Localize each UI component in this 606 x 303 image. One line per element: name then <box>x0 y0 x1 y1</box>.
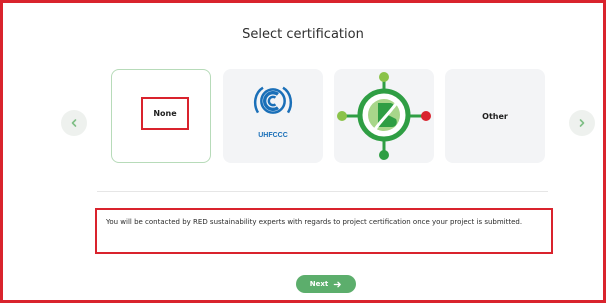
chevron-right-icon <box>579 119 585 127</box>
unfccc-logo-icon <box>253 86 293 114</box>
next-arrow-button[interactable] <box>569 110 595 136</box>
card-other-label: Other <box>482 111 508 121</box>
notice-text: You will be contacted by RED sustainabil… <box>106 218 523 226</box>
card-green-cert[interactable] <box>334 69 434 163</box>
none-highlight-box: None <box>141 97 189 130</box>
card-unfccc-label: UHFCCC <box>258 132 288 139</box>
chevron-left-icon <box>71 119 77 127</box>
card-other[interactable]: Other <box>445 69 545 163</box>
green-certification-logo-icon <box>337 72 431 160</box>
divider <box>97 191 548 192</box>
card-unfccc[interactable]: UHFCCC <box>223 69 323 163</box>
certification-notice: You will be contacted by RED sustainabil… <box>95 208 553 254</box>
arrow-right-icon <box>333 281 342 287</box>
page-title: Select certification <box>242 27 364 42</box>
next-button[interactable]: Next <box>296 275 356 293</box>
prev-arrow-button[interactable] <box>61 110 87 136</box>
next-button-label: Next <box>309 280 329 288</box>
card-none-label: None <box>153 109 177 118</box>
